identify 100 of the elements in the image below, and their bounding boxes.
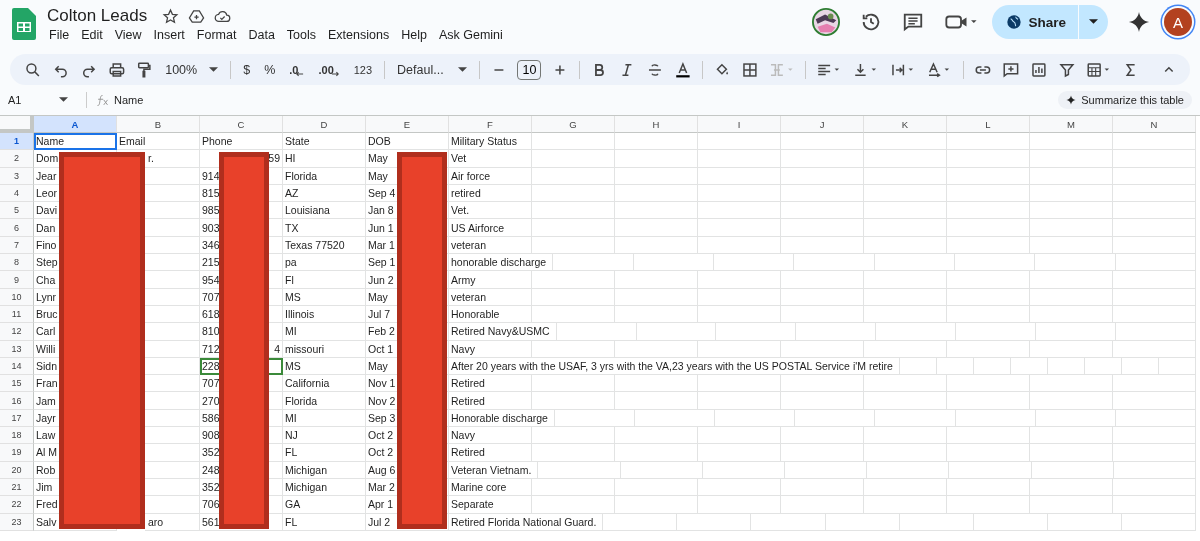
row-header[interactable]: 16 — [0, 392, 34, 410]
row-header[interactable]: 12 — [0, 323, 34, 341]
table-cell[interactable]: Retired Navy&USMC — [449, 323, 557, 341]
table-cell[interactable]: Retired — [449, 444, 532, 462]
summarize-table-button[interactable]: Summarize this table — [1058, 91, 1192, 109]
table-cell[interactable]: GA — [283, 496, 366, 514]
table-cell[interactable]: Email — [117, 133, 200, 151]
table-cell[interactable]: Florida — [283, 167, 366, 185]
column-header[interactable]: M — [1030, 116, 1113, 133]
row-header[interactable]: 8 — [0, 254, 34, 272]
table-cell[interactable]: Navy — [449, 340, 532, 358]
table-cell[interactable]: NJ — [283, 427, 366, 445]
table-cell[interactable]: Army — [449, 271, 532, 289]
table-cell[interactable]: Veteran Vietnam. — [449, 461, 539, 479]
table-cell[interactable]: retired — [449, 184, 532, 203]
table-cell[interactable]: MS — [283, 357, 366, 376]
table-cell[interactable]: Illinois — [283, 305, 366, 324]
document-title[interactable]: Colton Leads — [47, 6, 148, 26]
name-box[interactable]: A1 — [8, 94, 76, 106]
table-cell[interactable]: Fl — [283, 271, 366, 289]
column-header[interactable]: E — [366, 116, 449, 133]
table-cell[interactable]: MI — [283, 323, 366, 341]
menu-item[interactable]: Help — [399, 27, 433, 43]
table-cell[interactable]: Retired — [449, 375, 532, 393]
table-cell[interactable]: FL — [283, 444, 366, 462]
row-header[interactable]: 2 — [0, 150, 34, 168]
table-cell[interactable]: US Airforce — [449, 219, 532, 237]
share-button[interactable]: Share — [992, 5, 1078, 39]
menu-item[interactable]: Insert — [151, 27, 191, 43]
row-header[interactable]: 6 — [0, 219, 34, 237]
table-cell[interactable]: Name — [34, 133, 117, 151]
percent-format-button[interactable]: % — [262, 62, 278, 77]
row-header[interactable]: 22 — [0, 496, 34, 514]
column-header[interactable]: K — [864, 116, 947, 133]
table-cell[interactable]: Texas 77520 — [283, 236, 366, 255]
column-header[interactable]: N — [1113, 116, 1196, 133]
table-cell[interactable]: Air force — [449, 167, 532, 185]
row-header[interactable]: 19 — [0, 444, 34, 462]
menu-item[interactable]: Edit — [79, 27, 109, 43]
table-cell[interactable]: DOB — [366, 133, 449, 151]
table-cell[interactable]: Honorable discharge — [449, 409, 555, 428]
column-header[interactable]: C — [200, 116, 283, 133]
table-cell[interactable]: Military Status — [449, 133, 532, 151]
table-cell[interactable]: Marine core — [449, 478, 532, 497]
table-cell[interactable]: California — [283, 375, 366, 393]
menu-item[interactable]: Format — [194, 27, 243, 43]
table-cell[interactable]: veteran — [449, 236, 532, 255]
table-cell[interactable]: Phone — [200, 133, 283, 151]
font-size-field[interactable]: 10 — [517, 59, 542, 80]
table-cell[interactable]: Michigan — [283, 461, 366, 479]
menu-item[interactable]: Tools — [284, 27, 323, 43]
menu-item[interactable]: View — [112, 27, 148, 43]
table-cell[interactable]: Retired — [449, 392, 532, 410]
menu-item[interactable]: Extensions — [326, 27, 396, 43]
menu-item[interactable]: Ask Gemini — [436, 27, 509, 43]
column-header[interactable]: B — [117, 116, 200, 133]
menu-item[interactable]: Data — [246, 27, 281, 43]
column-header[interactable]: H — [615, 116, 698, 133]
column-header[interactable]: A — [34, 116, 117, 133]
table-cell[interactable]: veteran — [449, 288, 532, 306]
column-header[interactable]: F — [449, 116, 532, 133]
decrease-decimal-button[interactable]: .0 — [287, 62, 307, 77]
table-cell[interactable]: honorable discharge — [449, 254, 554, 272]
column-header[interactable]: G — [532, 116, 615, 133]
row-header[interactable]: 1 — [0, 133, 34, 151]
table-cell[interactable]: missouri — [283, 340, 366, 358]
table-cell[interactable]: Navy — [449, 427, 532, 445]
table-cell[interactable]: Honorable — [449, 305, 532, 324]
column-header[interactable]: I — [698, 116, 781, 133]
formula-field[interactable]: Name — [114, 94, 144, 106]
row-header[interactable]: 18 — [0, 427, 34, 445]
table-cell[interactable]: pa — [283, 254, 366, 272]
table-cell[interactable]: MI — [283, 409, 366, 428]
increase-decimal-button[interactable]: .00 — [316, 62, 342, 77]
table-cell[interactable]: Vet — [449, 150, 532, 168]
zoom-dropdown[interactable]: 100% — [163, 62, 221, 77]
menu-item[interactable]: File — [47, 27, 76, 43]
table-cell[interactable]: State — [283, 133, 366, 151]
row-header[interactable]: 5 — [0, 202, 34, 220]
table-cell[interactable]: Louisiana — [283, 202, 366, 220]
table-cell[interactable]: Florida — [283, 392, 366, 410]
table-cell[interactable]: After 20 years with the USAF, 3 yrs with the VA,23 years with the US POSTAL Service i'M retire — [449, 357, 900, 376]
table-cell[interactable]: MS — [283, 288, 366, 306]
column-header[interactable]: L — [947, 116, 1030, 133]
table-cell[interactable]: Vet. — [449, 202, 532, 220]
account-avatar[interactable]: A — [1164, 8, 1192, 36]
table-cell[interactable]: Retired Florida National Guard. — [449, 513, 604, 531]
currency-format-button[interactable]: $ — [241, 62, 253, 77]
table-cell[interactable]: HI — [283, 150, 366, 168]
table-cell[interactable]: Separate — [449, 496, 532, 514]
column-header[interactable]: J — [781, 116, 864, 133]
table-cell[interactable]: FL — [283, 513, 366, 531]
table-cell[interactable]: Michigan — [283, 478, 366, 497]
font-dropdown[interactable]: Defaul... — [395, 62, 469, 77]
row-header[interactable]: 9 — [0, 271, 34, 289]
number-format-button[interactable]: 123 — [351, 63, 375, 76]
table-cell[interactable]: AZ — [283, 184, 366, 203]
column-header[interactable]: D — [283, 116, 366, 133]
table-cell[interactable]: TX — [283, 219, 366, 237]
row-header[interactable]: 15 — [0, 375, 34, 393]
